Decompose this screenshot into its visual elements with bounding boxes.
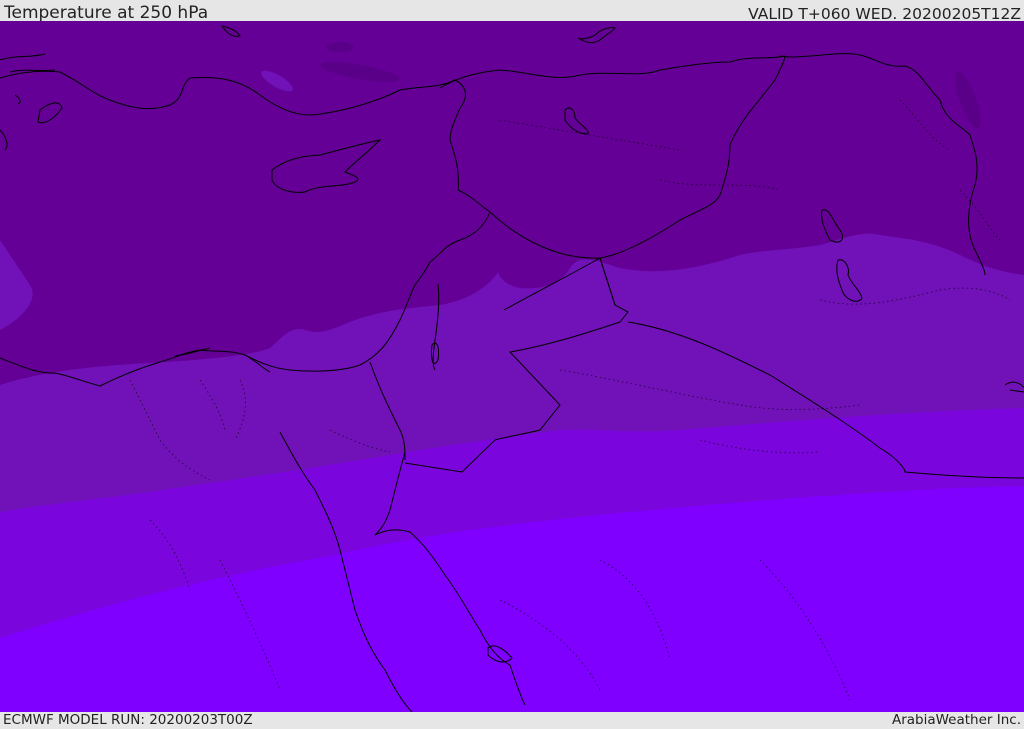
- footer-bar: ECMWF MODEL RUN: 20200203T00Z ArabiaWeat…: [0, 712, 1024, 729]
- map-title: Temperature at 250 hPa: [4, 3, 209, 23]
- temperature-map[interactable]: [0, 21, 1024, 712]
- map-area[interactable]: [0, 21, 1024, 712]
- cold-pocket: [326, 42, 354, 52]
- model-run: ECMWF MODEL RUN: 20200203T00Z: [3, 712, 253, 728]
- header-bar: Temperature at 250 hPa VALID T+060 WED. …: [0, 0, 1024, 23]
- provider-credit: ArabiaWeather Inc.: [891, 712, 1021, 728]
